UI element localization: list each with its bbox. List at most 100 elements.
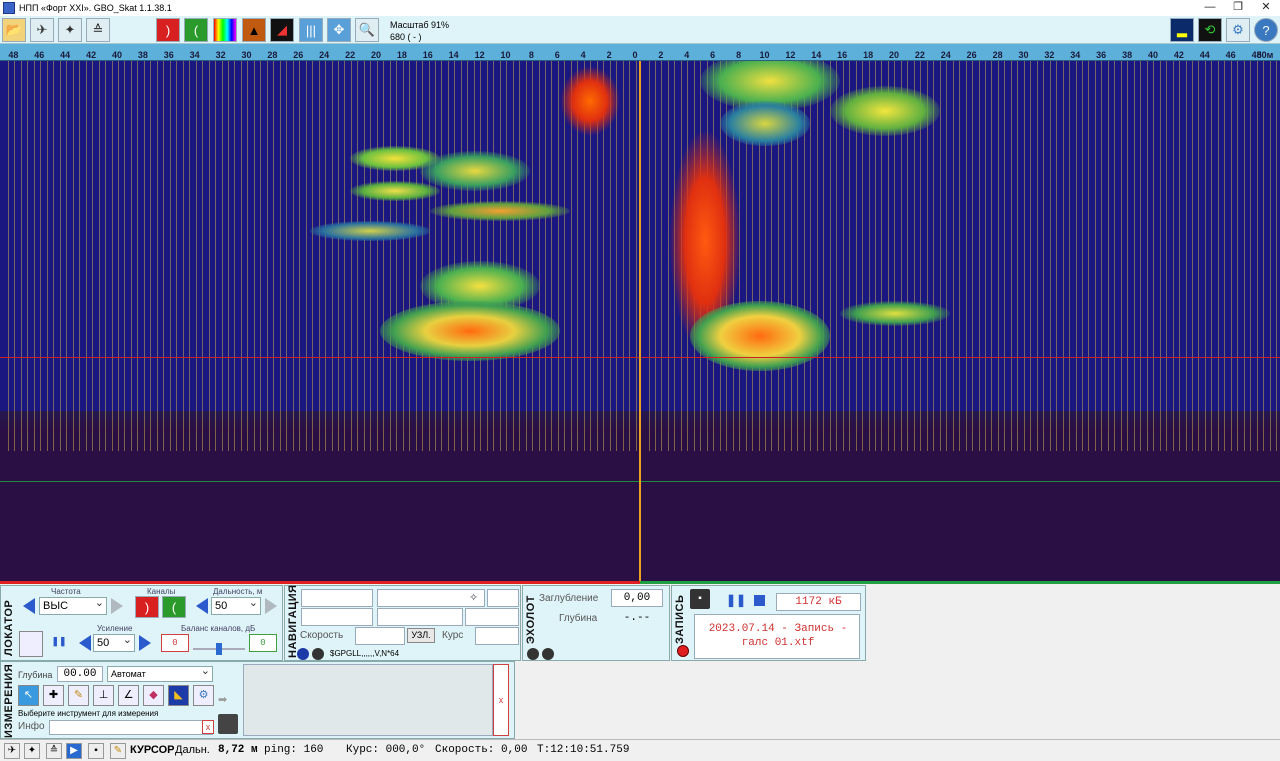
grid-line: [1257, 61, 1258, 451]
sb-gps-icon[interactable]: ✦: [24, 743, 40, 759]
measure-info-clear[interactable]: x: [202, 720, 214, 734]
minimize-button[interactable]: —: [1196, 0, 1224, 16]
grid-line: [370, 61, 371, 451]
gps-satellite-icon[interactable]: ✦: [58, 18, 82, 42]
gain-prev-icon[interactable]: [79, 635, 91, 651]
spectrum-icon[interactable]: ▂: [1170, 18, 1194, 42]
record-pause-icon[interactable]: ❚❚: [726, 593, 746, 607]
range-ruler: 5048464442403836343230282624222018161412…: [0, 44, 1280, 61]
angle-tool-icon[interactable]: ∠: [118, 685, 139, 706]
ruler-tick: 6: [554, 50, 560, 60]
grid-icon[interactable]: |||: [299, 18, 323, 42]
balance-left-field[interactable]: 0: [161, 634, 189, 652]
ruler-tick: 30: [241, 50, 252, 60]
balance-label: Баланс каналов, дБ: [181, 624, 256, 633]
grid-line: [668, 61, 669, 451]
ruler-tool-icon[interactable]: ✎: [68, 685, 89, 706]
settings-gear-icon[interactable]: ⚙: [1226, 18, 1250, 42]
ruler-tick: 30: [1018, 50, 1029, 60]
measure-export-icon[interactable]: ➡: [218, 693, 236, 709]
measure-depth-field[interactable]: 00.00: [57, 666, 103, 682]
speed-unit-button[interactable]: УЗЛ.: [407, 628, 435, 643]
measure-hint: Выберите инструмент для измерения: [18, 709, 159, 718]
gain-select[interactable]: 50: [93, 632, 135, 652]
measure-output-area: [243, 664, 493, 736]
echosounder-status-dot-2: [542, 648, 554, 660]
ruler-tick: 44: [1199, 50, 1210, 60]
save-record-icon[interactable]: ▪: [690, 589, 710, 609]
window-title: НПП «Форт XXI». GBO_Skat 1.1.38.1: [19, 3, 172, 13]
grid-line: [817, 61, 818, 451]
crosshair-tool-icon[interactable]: ✚: [43, 685, 64, 706]
sb-save-icon[interactable]: ▪: [88, 743, 104, 759]
grid-line: [131, 61, 132, 451]
pointer-tool-icon[interactable]: ↖: [18, 685, 39, 706]
measure-settings-icon[interactable]: ⚙: [193, 685, 214, 706]
gain-next-icon[interactable]: [139, 635, 151, 651]
grid-line: [1186, 61, 1187, 451]
brightness-icon[interactable]: ▲: [242, 18, 266, 42]
freq-next-icon[interactable]: [111, 598, 123, 614]
ruler-tick: 38: [1122, 50, 1133, 60]
range-value: 8,72 м: [218, 744, 258, 756]
balance-right-field[interactable]: 0: [249, 634, 277, 652]
fit-screen-icon[interactable]: ✥: [327, 18, 351, 42]
sb-play-icon[interactable]: ▶: [66, 743, 82, 759]
echosounder-icon[interactable]: ≙: [86, 18, 110, 42]
record-size: 1172 кБ: [776, 593, 861, 611]
grid-line: [1017, 61, 1018, 451]
restore-button[interactable]: ❐: [1224, 0, 1252, 16]
locator-status-button[interactable]: [19, 631, 43, 657]
close-button[interactable]: ✕: [1252, 0, 1280, 16]
area-tool-icon[interactable]: ◆: [143, 685, 164, 706]
grid-line: [1108, 61, 1109, 451]
pause-icon[interactable]: ❚❚: [51, 636, 67, 652]
port-channel-toggle-icon[interactable]: ): [135, 596, 159, 618]
starboard-channel-toggle-icon[interactable]: (: [162, 596, 186, 618]
record-stop-icon[interactable]: [754, 595, 765, 606]
grid-line: [1211, 61, 1212, 451]
help-icon[interactable]: ?: [1254, 18, 1278, 42]
measure-close[interactable]: x: [493, 664, 509, 736]
zoom-icon[interactable]: 🔍: [355, 18, 379, 42]
frequency-select[interactable]: ВЫС: [39, 595, 107, 615]
port-channel-bar: [0, 581, 640, 584]
track-map-icon[interactable]: ⟲: [1198, 18, 1222, 42]
balance-slider-handle[interactable]: [216, 643, 222, 655]
range-prev-icon[interactable]: [196, 598, 208, 614]
echosounder-title: ЭХОЛОТ: [525, 595, 537, 644]
gps-status-field: [487, 589, 519, 607]
sb-sonar-icon[interactable]: ✈: [4, 743, 20, 759]
open-folder-icon[interactable]: 📂: [2, 18, 26, 42]
ruler-tick: 26: [293, 50, 304, 60]
grid-line: [823, 61, 824, 451]
grid-line: [1114, 61, 1115, 451]
freq-prev-icon[interactable]: [23, 598, 35, 614]
measure-save-icon[interactable]: [218, 714, 238, 734]
grid-line: [280, 61, 281, 451]
grid-line: [325, 61, 326, 451]
starboard-return-5: [690, 301, 830, 371]
sonar-waterfall[interactable]: [0, 61, 1280, 581]
grid-line: [234, 61, 235, 451]
record-file-line1: 2023.07.14 - Запись -: [708, 623, 848, 635]
record-indicator-icon[interactable]: [677, 645, 689, 657]
left-channel-icon[interactable]: ): [156, 18, 180, 42]
grid-line: [357, 61, 358, 451]
range-next-icon[interactable]: [265, 598, 277, 614]
sonar-tow-icon[interactable]: ✈: [30, 18, 54, 42]
ruler-tick: 2: [606, 50, 612, 60]
grid-line: [241, 61, 242, 451]
sb-ruler-icon[interactable]: ✎: [110, 743, 126, 759]
shadow-tool-icon[interactable]: ◣: [168, 685, 189, 706]
ruler-end-label: 50м: [1256, 50, 1274, 60]
height-tool-icon[interactable]: ⊥: [93, 685, 114, 706]
palette-icon[interactable]: [213, 18, 237, 42]
sb-echo-icon[interactable]: ≙: [46, 743, 62, 759]
measure-mode-select[interactable]: Автомат: [107, 664, 213, 682]
contrast-icon[interactable]: ◢: [270, 18, 294, 42]
right-channel-icon[interactable]: (: [184, 18, 208, 42]
range-select[interactable]: 50: [211, 595, 261, 615]
grid-line: [435, 61, 436, 451]
grid-line: [332, 61, 333, 451]
